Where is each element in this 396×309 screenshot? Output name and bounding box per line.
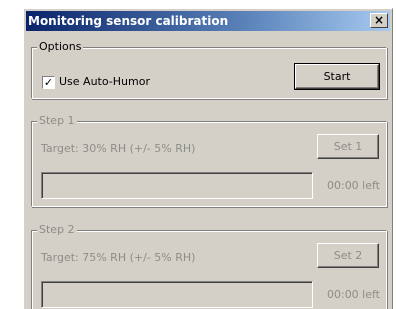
options-group: Options ✓ Use Auto-Humor Start: [31, 40, 387, 99]
auto-humor-checkbox[interactable]: ✓: [42, 76, 55, 89]
step-1-time-left: 00:00 left: [326, 179, 380, 192]
close-icon: ×: [373, 13, 385, 27]
start-button[interactable]: Start: [294, 63, 380, 90]
auto-humor-label[interactable]: Use Auto-Humor: [59, 75, 150, 88]
step-2-time-left: 00:00 left: [326, 288, 380, 301]
step-2-target: Target: 75% RH (+/- 5% RH): [41, 251, 196, 264]
step-1-target: Target: 30% RH (+/- 5% RH): [41, 142, 196, 155]
step-1-group: Step 1 Target: 30% RH (+/- 5% RH) Set 1 …: [31, 114, 387, 207]
step-1-progress-bar: [41, 172, 313, 199]
set-1-button[interactable]: Set 1: [317, 134, 379, 159]
close-button[interactable]: ×: [370, 13, 388, 28]
title-bar: Monitoring sensor calibration ×: [26, 11, 390, 31]
calibration-dialog: Monitoring sensor calibration × Options …: [23, 8, 393, 309]
options-legend: Options: [37, 40, 84, 53]
set-2-button[interactable]: Set 2: [317, 243, 379, 268]
step-2-progress-bar: [41, 281, 313, 308]
step-2-group: Step 2 Target: 75% RH (+/- 5% RH) Set 2 …: [31, 223, 387, 309]
window-title: Monitoring sensor calibration: [28, 14, 229, 28]
check-icon: ✓: [43, 76, 54, 89]
step-1-legend: Step 1: [37, 114, 77, 127]
step-2-legend: Step 2: [37, 223, 77, 236]
